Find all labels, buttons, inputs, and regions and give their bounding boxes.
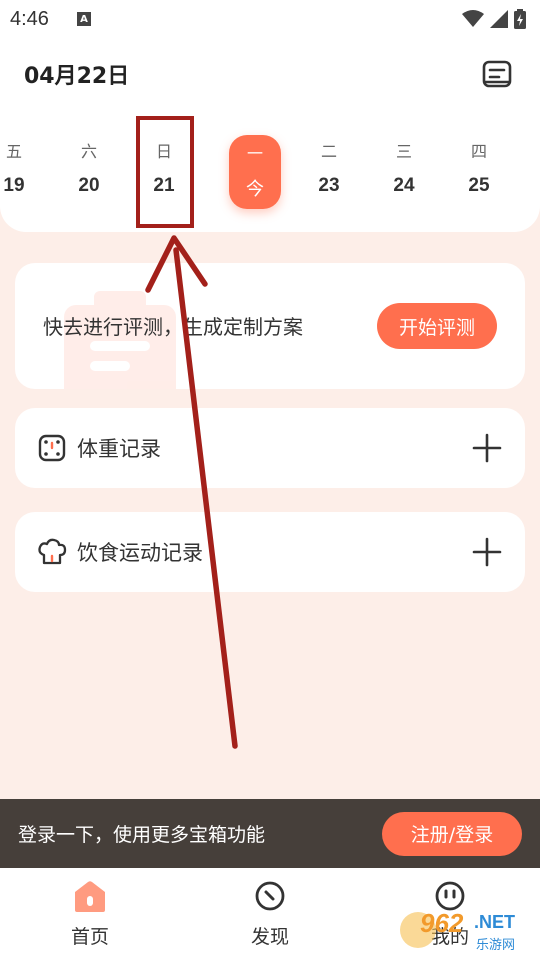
annotation-highlight-box — [136, 116, 194, 228]
clipboard-icon — [64, 291, 176, 389]
day-item-sat[interactable]: 六 20 — [59, 138, 119, 197]
plus-icon — [472, 537, 502, 567]
site-watermark: 962 .NET 乐游网 — [400, 908, 540, 956]
day-item-wed[interactable]: 三 24 — [374, 138, 434, 197]
day-number: 19 — [3, 175, 25, 196]
nav-label-discover: 发现 — [250, 926, 289, 948]
weekday-label: 一 — [246, 144, 263, 163]
status-time: 4:46 — [10, 7, 49, 30]
register-login-button[interactable]: 注册/登录 — [382, 811, 522, 856]
weight-record-row[interactable]: 体重记录 — [15, 408, 525, 488]
day-number: 25 — [468, 175, 490, 196]
login-prompt-bar: 登录一下，使用更多宝箱功能 注册/登录 — [0, 799, 540, 868]
wifi-icon — [462, 10, 484, 27]
signal-icon — [490, 10, 508, 28]
compass-icon — [255, 881, 285, 911]
day-item-today[interactable]: 一 今 — [229, 135, 281, 209]
plus-icon — [472, 433, 502, 463]
day-item-tue[interactable]: 二 23 — [299, 138, 359, 197]
weekday-label: 二 — [320, 142, 337, 161]
day-number: 23 — [318, 175, 340, 196]
nav-label-home: 首页 — [70, 926, 109, 948]
day-number: 20 — [78, 175, 100, 196]
battery-icon — [514, 9, 526, 29]
notebook-icon — [482, 60, 512, 88]
status-icons — [462, 9, 526, 29]
today-label: 今 — [246, 179, 264, 200]
add-diet-button[interactable] — [471, 536, 503, 568]
nav-tab-home[interactable]: 首页 — [40, 876, 140, 949]
diet-exercise-record-row[interactable]: 饮食运动记录 — [15, 512, 525, 592]
notification-icon: A — [76, 12, 91, 26]
start-assessment-button[interactable]: 开始评测 — [377, 303, 497, 349]
weekday-label: 三 — [395, 142, 412, 161]
weekday-label: 五 — [5, 142, 22, 161]
assessment-card: 快去进行评测，生成定制方案 开始评测 — [15, 263, 525, 389]
watermark-net: .NET — [474, 912, 516, 932]
status-bar: 4:46 A — [0, 0, 540, 38]
day-item-fri[interactable]: 五 19 — [0, 138, 44, 197]
page-date-title[interactable]: 04月22日 — [24, 58, 129, 90]
diet-exercise-record-label: 饮食运动记录 — [77, 541, 203, 565]
weight-record-label: 体重记录 — [77, 437, 161, 461]
login-prompt-text: 登录一下，使用更多宝箱功能 — [18, 824, 266, 846]
chef-hat-icon — [37, 537, 67, 567]
weekday-label: 六 — [80, 142, 97, 161]
scale-icon — [37, 433, 67, 463]
day-number: 24 — [393, 175, 415, 196]
add-weight-button[interactable] — [471, 432, 503, 464]
home-icon — [75, 881, 105, 912]
assessment-prompt: 快去进行评测，生成定制方案 — [43, 315, 303, 339]
notes-button[interactable] — [480, 57, 514, 91]
nav-tab-discover[interactable]: 发现 — [220, 876, 320, 949]
watermark-number: 962 — [420, 908, 464, 938]
weekday-label: 四 — [470, 142, 487, 161]
day-item-thu[interactable]: 四 25 — [449, 138, 509, 197]
watermark-site: 乐游网 — [476, 938, 516, 953]
